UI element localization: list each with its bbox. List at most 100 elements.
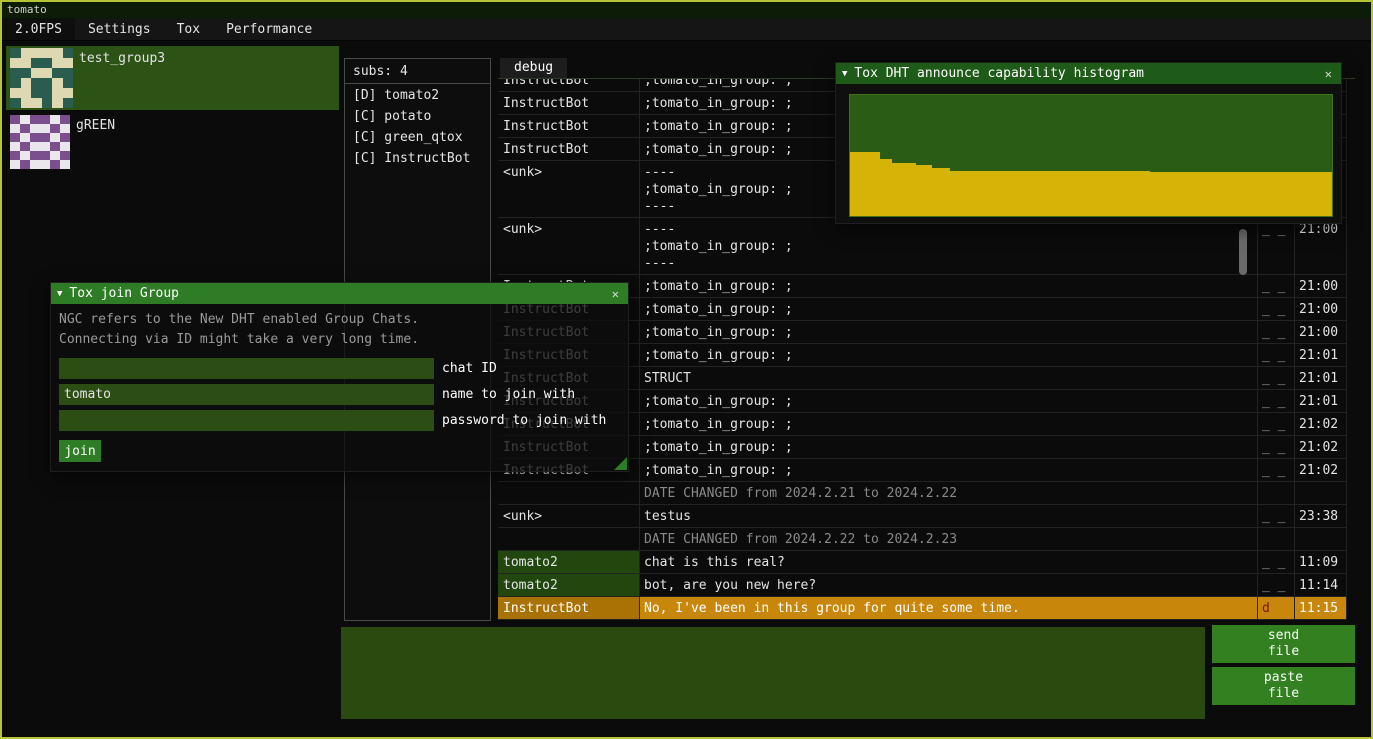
chat-row[interactable]: <unk>----;tomato_in_group: ;----_ _21:00 (498, 218, 1347, 275)
window-titlebar[interactable]: tomato (2, 2, 1371, 18)
chat-row-time: 11:15 (1294, 597, 1347, 619)
chat-row-status: _ _ (1257, 298, 1294, 320)
chat-row-status: _ _ (1257, 275, 1294, 297)
group-avatar (10, 115, 70, 169)
chat-row-time: 21:02 (1294, 436, 1347, 458)
chat-row-author (498, 528, 639, 550)
join-hint-line-1: NGC refers to the New DHT enabled Group … (59, 310, 620, 330)
histogram-bar (1150, 172, 1333, 216)
collapse-arrow-icon[interactable]: ▼ (57, 289, 62, 299)
join-group-window: ▼ Tox join Group ✕ NGC refers to the New… (50, 282, 629, 472)
join-input-password[interactable] (59, 410, 434, 431)
join-field-row: password to join with (59, 410, 620, 431)
resize-grip[interactable] (614, 457, 627, 470)
join-field-label: password to join with (442, 413, 606, 428)
subs-list-item[interactable]: [C] potato (345, 105, 490, 126)
chat-row-message: ;tomato_in_group: ; (639, 321, 1257, 343)
chat-row-message: testus (639, 505, 1257, 527)
subs-header: subs: 4 (345, 59, 490, 83)
chat-row[interactable]: InstructBotNo, I've been in this group f… (498, 597, 1347, 620)
join-field-label: chat ID (442, 361, 497, 376)
chat-row-status: _ _ (1257, 459, 1294, 481)
chat-row-status: d (1257, 597, 1294, 619)
app-window: tomato 2.0FPSSettingsToxPerformance test… (0, 0, 1373, 739)
collapse-arrow-icon[interactable]: ▼ (842, 69, 847, 79)
chat-row-author: <unk> (498, 505, 639, 527)
histogram-bar (892, 163, 916, 216)
subs-list-item[interactable]: [C] green_qtox (345, 126, 490, 147)
chat-row[interactable]: DATE CHANGED from 2024.2.22 to 2024.2.23 (498, 528, 1347, 551)
join-fields: chat ID name to join with password to join… (59, 358, 620, 431)
chat-row-status: _ _ (1257, 321, 1294, 343)
join-window-titlebar[interactable]: ▼ Tox join Group ✕ (51, 283, 628, 304)
close-icon[interactable]: ✕ (1322, 67, 1335, 81)
chat-row[interactable]: DATE CHANGED from 2024.2.21 to 2024.2.22 (498, 482, 1347, 505)
chat-scrollbar[interactable] (1239, 229, 1247, 275)
chat-row-time: 23:38 (1294, 505, 1347, 527)
chat-row[interactable]: tomato2chat is this real?_ _11:09 (498, 551, 1347, 574)
chat-row-time: 21:01 (1294, 367, 1347, 389)
window-title: tomato (7, 3, 47, 16)
histogram-plot (849, 94, 1333, 217)
chat-row-author: tomato2 (498, 574, 639, 596)
close-icon[interactable]: ✕ (609, 287, 622, 301)
chat-row-message: ;tomato_in_group: ; (639, 275, 1257, 297)
join-button[interactable]: join (59, 440, 101, 462)
group-item-test_group3[interactable]: test_group3 (6, 46, 339, 110)
chat-row-status (1257, 528, 1294, 550)
chat-row-message: DATE CHANGED from 2024.2.21 to 2024.2.22 (639, 482, 1257, 504)
chat-row-status (1257, 482, 1294, 504)
join-field-label: name to join with (442, 387, 575, 402)
join-hint-line-2: Connecting via ID might take a very long… (59, 330, 620, 350)
chat-row-status: _ _ (1257, 218, 1294, 274)
chat-row-author: InstructBot (498, 79, 639, 91)
chat-row-time: 21:00 (1294, 218, 1347, 274)
menu-bar: 2.0FPSSettingsToxPerformance (2, 18, 1371, 41)
dht-histogram-window: ▼ Tox DHT announce capability histogram … (835, 62, 1342, 224)
chat-row-status: _ _ (1257, 574, 1294, 596)
group-name: test_group3 (73, 46, 165, 110)
join-input-name[interactable] (59, 384, 434, 405)
menu-item-tox[interactable]: Tox (164, 18, 213, 40)
group-item-gREEN[interactable]: gREEN (6, 113, 339, 173)
chat-row-status: _ _ (1257, 413, 1294, 435)
subs-list-item[interactable]: [C] InstructBot (345, 147, 490, 168)
send-file-button[interactable]: send file (1212, 625, 1355, 663)
tab-debug[interactable]: debug (500, 58, 567, 78)
chat-row-status: _ _ (1257, 344, 1294, 366)
chat-row-author: <unk> (498, 161, 639, 217)
chat-row[interactable]: <unk>testus_ _23:38 (498, 505, 1347, 528)
menu-item-performance[interactable]: Performance (213, 18, 325, 40)
subs-list: [D] tomato2[C] potato[C] green_qtox[C] I… (345, 84, 490, 168)
histogram-window-title: Tox DHT announce capability histogram (854, 66, 1314, 81)
join-input-chat-id[interactable] (59, 358, 434, 379)
chat-row-status: _ _ (1257, 390, 1294, 412)
chat-row-message: No, I've been in this group for quite so… (639, 597, 1257, 619)
chat-row-author: tomato2 (498, 551, 639, 573)
chat-row-time: 21:01 (1294, 344, 1347, 366)
histogram-bar (916, 165, 932, 216)
chat-row[interactable]: tomato2bot, are you new here?_ _11:14 (498, 574, 1347, 597)
chat-row-message: bot, are you new here? (639, 574, 1257, 596)
chat-row-message: ;tomato_in_group: ; (639, 459, 1257, 481)
chat-row-message: ;tomato_in_group: ; (639, 413, 1257, 435)
chat-row-message: chat is this real? (639, 551, 1257, 573)
subs-list-item[interactable]: [D] tomato2 (345, 84, 490, 105)
join-window-title: Tox join Group (69, 286, 601, 301)
chat-row-message: ;tomato_in_group: ; (639, 344, 1257, 366)
chat-row-time: 21:02 (1294, 413, 1347, 435)
menu-item-2-0fps[interactable]: 2.0FPS (2, 18, 75, 40)
chat-row-time (1294, 528, 1347, 550)
group-avatar (10, 48, 73, 108)
paste-file-button[interactable]: paste file (1212, 667, 1355, 705)
chat-row-time: 11:14 (1294, 574, 1347, 596)
chat-row-author: InstructBot (498, 92, 639, 114)
chat-row-author: InstructBot (498, 138, 639, 160)
chat-row-status: _ _ (1257, 367, 1294, 389)
histogram-window-titlebar[interactable]: ▼ Tox DHT announce capability histogram … (836, 63, 1341, 84)
message-input[interactable] (341, 627, 1205, 719)
join-field-row: name to join with (59, 384, 620, 405)
chat-row-time: 21:00 (1294, 298, 1347, 320)
menu-item-settings[interactable]: Settings (75, 18, 164, 40)
chat-row-status: _ _ (1257, 551, 1294, 573)
